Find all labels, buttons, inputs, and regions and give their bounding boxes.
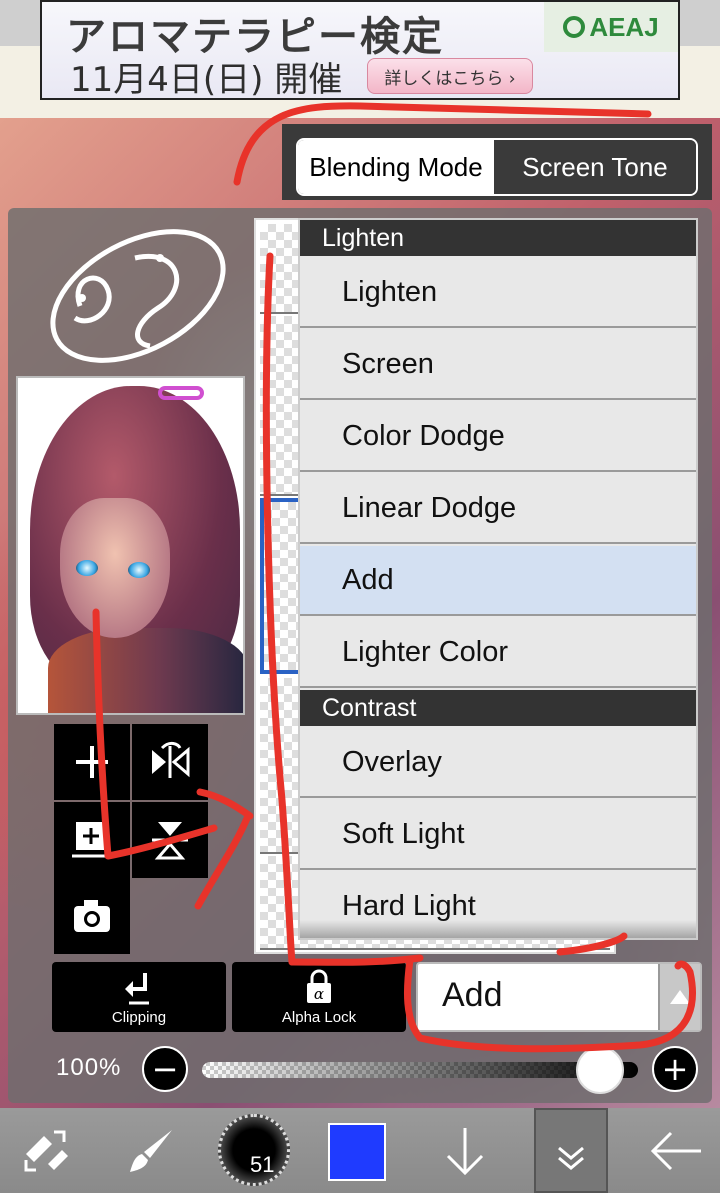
blend-mode-value: Add [442, 976, 503, 1014]
alpha-lock-label: Alpha Lock [281, 1009, 357, 1026]
blend-item-add[interactable]: Add [300, 546, 696, 616]
brush-size-label: 51 [250, 1152, 275, 1177]
back-arrow-icon [650, 1131, 701, 1170]
opacity-label: 100% [56, 1054, 122, 1081]
brush-tool-button[interactable] [116, 1108, 186, 1193]
blend-item-screen[interactable]: Screen [300, 330, 696, 400]
transform-tool-button[interactable] [10, 1108, 80, 1193]
opacity-slider-handle[interactable] [576, 1046, 624, 1094]
tab-blending-mode[interactable]: Blending Mode [298, 140, 494, 194]
opacity-increase-button[interactable]: + [652, 1046, 698, 1092]
alpha-lock-icon: α [307, 969, 331, 1003]
thumbnail-hair-tie [158, 386, 204, 400]
blend-item-lighter-color[interactable]: Lighter Color [300, 618, 696, 688]
mode-tabs: Blending Mode Screen Tone [282, 124, 712, 200]
clipping-icon [125, 973, 149, 1005]
opacity-decrease-button[interactable]: − [142, 1046, 188, 1092]
blend-item-lighten[interactable]: Lighten [300, 258, 696, 328]
brush-icon [130, 1129, 172, 1172]
layer-menu-button[interactable] [534, 1108, 608, 1193]
layer-menu-icon [558, 1146, 584, 1170]
clipping-button[interactable]: Clipping [52, 962, 226, 1032]
camera-icon [74, 900, 110, 932]
flip-horizontal-button[interactable] [132, 724, 208, 800]
blend-group-header: Contrast [300, 690, 696, 726]
thumbnail-eye-right [128, 562, 150, 578]
layer-thumbnail[interactable] [16, 376, 245, 715]
minus-icon: − [151, 1050, 179, 1088]
opacity-slider[interactable] [202, 1062, 638, 1078]
blend-item-color-dodge[interactable]: Color Dodge [300, 402, 696, 472]
alpha-lock-button[interactable]: α Alpha Lock [232, 962, 406, 1032]
blend-group-header: Lighten [300, 220, 696, 256]
ad-cta-button[interactable]: 詳しくはこちら › [367, 58, 533, 94]
tab-switch: Blending Mode Screen Tone [296, 138, 698, 196]
add-layer-button[interactable] [54, 724, 130, 800]
camera-button[interactable] [54, 878, 130, 954]
arrow-down-icon [446, 1127, 484, 1175]
blend-mode-select[interactable]: Add [416, 962, 702, 1032]
clipping-label: Clipping [111, 1009, 167, 1026]
color-swatch[interactable] [328, 1123, 386, 1181]
add-raster-layer-button[interactable] [54, 802, 130, 878]
layer-tools [54, 724, 208, 954]
leaf-icon [563, 16, 586, 38]
back-button[interactable] [640, 1108, 712, 1193]
plus-icon: + [661, 1050, 689, 1088]
blend-item-overlay[interactable]: Overlay [300, 728, 696, 798]
flip-horizontal-icon [152, 741, 190, 778]
flip-vertical-icon [152, 822, 188, 860]
blend-item-soft-light[interactable]: Soft Light [300, 800, 696, 870]
move-down-button[interactable] [430, 1108, 500, 1193]
add-layer-icon [72, 822, 110, 858]
ad-banner[interactable]: アロマテラピー検定 11月4日(日) 開催 詳しくはこちら › AEAJ [40, 0, 680, 100]
caret-up-icon [670, 990, 690, 1004]
blend-mode-list[interactable]: Lighten Lighten Screen Color Dodge Linea… [298, 218, 698, 940]
svg-text:α: α [314, 985, 324, 1003]
plus-icon [76, 746, 108, 778]
flip-vertical-button[interactable] [132, 802, 208, 878]
tab-screen-tone[interactable]: Screen Tone [494, 140, 696, 194]
dropdown-toggle[interactable] [658, 964, 700, 1030]
blend-item-linear-dodge[interactable]: Linear Dodge [300, 474, 696, 544]
thumbnail-body [48, 628, 243, 713]
ad-brand: AEAJ [544, 2, 678, 52]
ad-date: 11月4日(日) 開催 [70, 60, 343, 100]
signature-logo [50, 229, 226, 363]
ad-area: アロマテラピー検定 11月4日(日) 開催 詳しくはこちら › AEAJ [0, 0, 720, 118]
ad-brand-label: AEAJ [589, 11, 659, 42]
list-fade [300, 920, 696, 938]
thumbnail-eye-left [76, 560, 98, 576]
transform-icon [24, 1130, 68, 1171]
